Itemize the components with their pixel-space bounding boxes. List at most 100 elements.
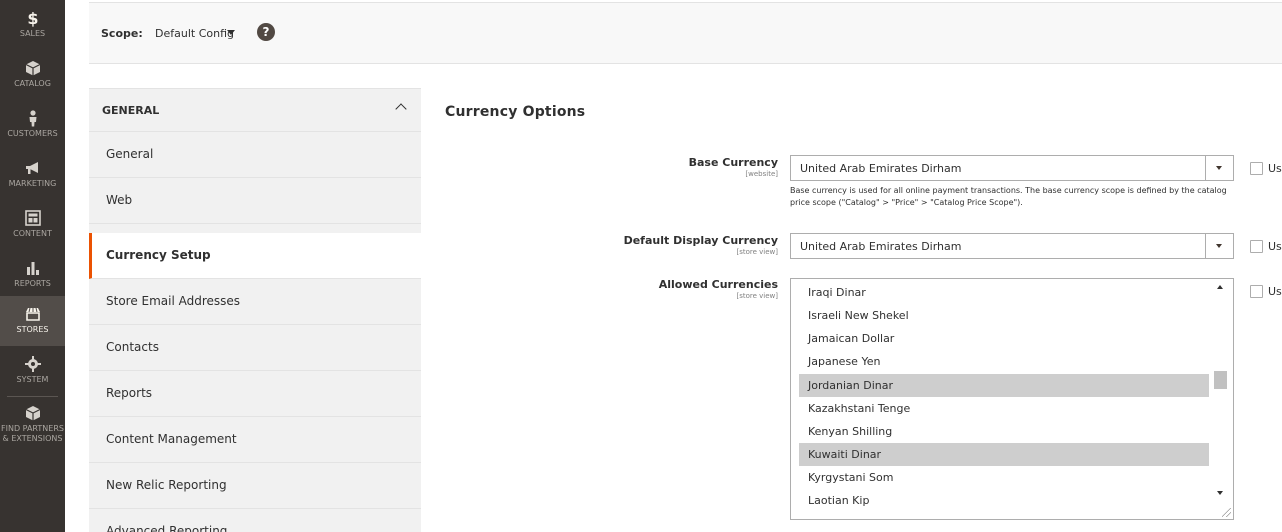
nav-catalog[interactable]: CATALOG bbox=[0, 50, 65, 100]
admin-nav: $ SALES CATALOG CUSTOMERS MARKETING CONT… bbox=[0, 0, 65, 532]
config-nav-label: Content Management bbox=[106, 432, 237, 446]
base-currency-note: Base currency is used for all online pay… bbox=[790, 186, 1227, 207]
config-nav-content-management[interactable]: Content Management bbox=[89, 417, 421, 463]
display-currency-use-default[interactable]: Use bbox=[1250, 240, 1282, 254]
use-default-label: Use bbox=[1268, 285, 1282, 298]
nav-partners-label-1: FIND PARTNERS bbox=[1, 424, 64, 433]
config-nav-general[interactable]: General bbox=[89, 132, 421, 178]
currency-option-label: Kuwaiti Dinar bbox=[808, 448, 882, 461]
nav-catalog-label: CATALOG bbox=[14, 79, 51, 88]
scope-switcher[interactable]: Default Config bbox=[155, 27, 234, 40]
currency-option[interactable]: Jamaican Dollar bbox=[799, 327, 1209, 350]
nav-partners-label-2: & EXTENSIONS bbox=[2, 434, 63, 443]
currency-option-label: Israeli New Shekel bbox=[808, 309, 909, 322]
use-default-label: Use bbox=[1268, 162, 1282, 175]
display-currency-select[interactable]: United Arab Emirates Dirham bbox=[790, 233, 1234, 259]
nav-customers-label: CUSTOMERS bbox=[7, 129, 58, 138]
currency-option[interactable]: Israeli New Shekel bbox=[799, 304, 1209, 327]
nav-reports[interactable]: REPORTS bbox=[0, 250, 65, 300]
config-nav-label: Web bbox=[106, 193, 133, 207]
currency-option-label: Jamaican Dollar bbox=[808, 332, 895, 345]
gear-icon bbox=[24, 356, 41, 372]
scope-bar: Scope: Default Config ? bbox=[89, 2, 1282, 64]
config-nav-label: General bbox=[106, 147, 154, 161]
nav-content[interactable]: CONTENT bbox=[0, 200, 65, 250]
resize-handle-icon[interactable] bbox=[1222, 508, 1231, 517]
config-nav-store-email[interactable]: Store Email Addresses bbox=[89, 279, 421, 325]
currency-option[interactable]: Iraqi Dinar bbox=[799, 281, 1209, 304]
allowed-currencies-use-default[interactable]: Use bbox=[1250, 285, 1282, 299]
scrollbar[interactable] bbox=[1209, 279, 1233, 519]
nav-system[interactable]: SYSTEM bbox=[0, 346, 65, 396]
config-nav-label: New Relic Reporting bbox=[106, 478, 227, 492]
use-default-checkbox[interactable] bbox=[1250, 285, 1263, 298]
chevron-down-icon[interactable] bbox=[227, 30, 235, 35]
currency-option-selected[interactable]: Kuwaiti Dinar bbox=[799, 443, 1209, 466]
config-nav-currency-setup[interactable]: Currency Setup bbox=[89, 233, 421, 279]
nav-system-label: SYSTEM bbox=[16, 375, 49, 384]
config-nav-label: Advanced Reporting bbox=[106, 524, 228, 532]
config-nav-contacts[interactable]: Contacts bbox=[89, 325, 421, 371]
use-default-checkbox[interactable] bbox=[1250, 162, 1263, 175]
currency-option-selected[interactable]: Jordanian Dinar bbox=[799, 374, 1209, 397]
display-currency-label: Default Display Currency bbox=[623, 234, 778, 247]
base-currency-select[interactable]: United Arab Emirates Dirham bbox=[790, 155, 1234, 181]
nav-customers[interactable]: CUSTOMERS bbox=[0, 100, 65, 150]
bar-chart-icon bbox=[26, 262, 39, 275]
person-icon bbox=[29, 110, 36, 127]
currency-option-label: Kyrgystani Som bbox=[808, 471, 894, 484]
nav-partners[interactable]: FIND PARTNERS & EXTENSIONS bbox=[0, 398, 65, 458]
nav-content-label: CONTENT bbox=[13, 229, 52, 238]
config-nav-advanced-reporting[interactable]: Advanced Reporting bbox=[89, 509, 421, 532]
nav-sales[interactable]: $ SALES bbox=[0, 0, 65, 50]
base-currency-scope: [website] bbox=[745, 170, 778, 178]
svg-text:$: $ bbox=[27, 9, 38, 28]
box-icon bbox=[25, 61, 40, 76]
currency-option-label: Japanese Yen bbox=[808, 355, 881, 368]
scroll-thumb[interactable] bbox=[1214, 371, 1227, 389]
config-nav-label: Reports bbox=[106, 386, 153, 400]
admin-app: $ SALES CATALOG CUSTOMERS MARKETING CONT… bbox=[0, 0, 1282, 532]
select-arrow bbox=[1205, 156, 1233, 180]
base-currency-label: Base Currency bbox=[688, 156, 778, 169]
currency-option-label: Kenyan Shilling bbox=[808, 425, 893, 438]
chevron-down-icon bbox=[1216, 244, 1222, 248]
scroll-up-icon[interactable] bbox=[1217, 285, 1223, 289]
layout-icon bbox=[24, 210, 41, 226]
select-arrow bbox=[1205, 234, 1233, 258]
base-currency-use-default[interactable]: Use bbox=[1250, 162, 1282, 176]
config-nav-reports[interactable]: Reports bbox=[89, 371, 421, 417]
section-general-header[interactable]: GENERAL bbox=[89, 89, 421, 132]
currency-option[interactable]: Kyrgystani Som bbox=[799, 466, 1209, 489]
help-icon[interactable]: ? bbox=[257, 23, 275, 41]
nav-sales-label: SALES bbox=[19, 29, 46, 38]
section-title: GENERAL bbox=[102, 104, 160, 117]
currency-option[interactable]: Kenyan Shilling bbox=[799, 420, 1209, 443]
allowed-currencies-label: Allowed Currencies bbox=[658, 278, 778, 291]
scroll-down-icon[interactable] bbox=[1217, 491, 1223, 495]
allowed-currencies-scope: [store view] bbox=[736, 292, 778, 300]
nav-stores[interactable]: STORES bbox=[0, 296, 65, 346]
dollar-icon: $ bbox=[27, 9, 38, 28]
display-currency-scope: [store view] bbox=[736, 248, 778, 256]
config-nav-label: Currency Setup bbox=[106, 248, 211, 262]
chevron-up-icon bbox=[395, 103, 407, 115]
currency-option-label: Iraqi Dinar bbox=[808, 286, 866, 299]
nav-divider bbox=[7, 396, 58, 397]
store-icon bbox=[25, 307, 40, 321]
config-nav-label: Contacts bbox=[106, 340, 159, 354]
config-nav-label: Store Email Addresses bbox=[106, 294, 241, 308]
config-nav-new-relic[interactable]: New Relic Reporting bbox=[89, 463, 421, 509]
allowed-currencies-multiselect[interactable]: Iraqi Dinar Israeli New Shekel Jamaican … bbox=[790, 278, 1234, 520]
nav-stores-label: STORES bbox=[16, 325, 49, 334]
nav-marketing[interactable]: MARKETING bbox=[0, 150, 65, 200]
currency-option[interactable]: Kazakhstani Tenge bbox=[799, 397, 1209, 420]
scope-label: Scope: bbox=[101, 27, 143, 40]
currency-option[interactable]: Laotian Kip bbox=[799, 489, 1209, 512]
section-heading: Currency Options bbox=[445, 104, 586, 120]
use-default-label: Use bbox=[1268, 240, 1282, 253]
currency-option-label: Kazakhstani Tenge bbox=[808, 402, 911, 415]
config-nav-web[interactable]: Web bbox=[89, 178, 421, 224]
currency-option[interactable]: Japanese Yen bbox=[799, 350, 1209, 373]
use-default-checkbox[interactable] bbox=[1250, 240, 1263, 253]
